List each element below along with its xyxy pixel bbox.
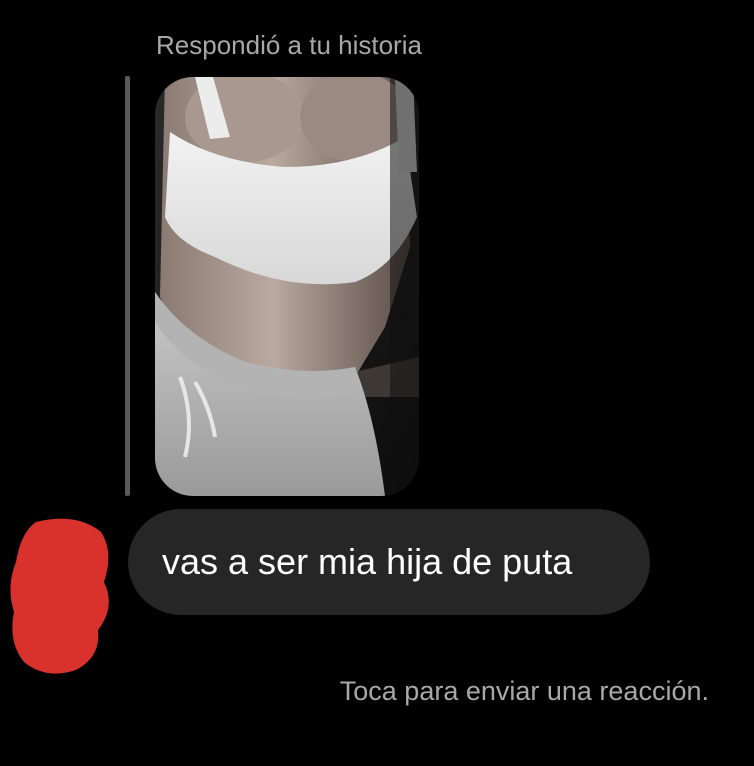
story-reply-label: Respondió a tu historia	[156, 30, 422, 60]
story-photo-icon	[155, 77, 419, 496]
reaction-hint[interactable]: Toca para enviar una reacción.	[340, 676, 709, 707]
message-text: vas a ser mia hija de puta	[162, 541, 573, 582]
story-thumbnail[interactable]	[155, 77, 419, 496]
avatar[interactable]	[6, 512, 116, 677]
message-bubble[interactable]: vas a ser mia hija de puta	[128, 509, 650, 615]
quote-bar	[125, 76, 130, 496]
